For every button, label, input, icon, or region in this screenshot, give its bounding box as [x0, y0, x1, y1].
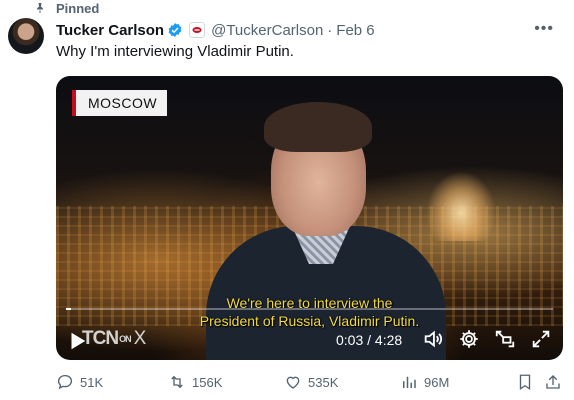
gear-icon[interactable]: [458, 328, 480, 350]
video-timecode: 0:03 / 4:28: [336, 332, 402, 348]
bookmark-icon[interactable]: [516, 373, 534, 391]
avatar[interactable]: [8, 18, 44, 54]
views-button[interactable]: 96M: [400, 373, 449, 391]
picture-in-picture-icon[interactable]: [494, 328, 516, 350]
progress-bar[interactable]: [66, 308, 553, 310]
video-background-cathedral: [426, 171, 496, 241]
progress-fill: [66, 308, 72, 310]
repost-count: 156K: [192, 374, 223, 390]
watermark-on: ON: [119, 333, 131, 344]
reply-button[interactable]: 51K: [56, 373, 103, 391]
time-total: 4:28: [374, 332, 403, 348]
video-person-hair: [264, 102, 372, 152]
tweet-date[interactable]: Feb 6: [336, 22, 374, 39]
author-name[interactable]: Tucker Carlson: [56, 22, 164, 39]
share-icon[interactable]: [544, 373, 562, 391]
affiliate-badge-icon[interactable]: [189, 22, 206, 38]
channel-watermark: TCNON X: [82, 328, 147, 350]
watermark-text: TCN: [82, 328, 119, 349]
time-current: 0:03: [336, 332, 364, 348]
repost-button[interactable]: 156K: [168, 373, 222, 391]
tweet-actions: 51K 156K 535K 96M: [56, 373, 560, 393]
reply-icon: [57, 374, 73, 390]
pinned-indicator: Pinned: [34, 0, 99, 16]
heart-icon: [286, 376, 300, 389]
pin-icon: [37, 3, 43, 13]
verified-badge-icon: [168, 23, 182, 37]
reply-count: 51K: [80, 374, 104, 390]
tweet-text: Why I'm interviewing Vladimir Putin.: [56, 43, 294, 60]
fullscreen-icon[interactable]: [530, 328, 552, 350]
tweet-header: Tucker Carlson @TuckerCarlson · Feb 6 ••…: [56, 20, 560, 40]
repost-icon: [171, 375, 183, 389]
time-separator: /: [367, 332, 372, 348]
video-player[interactable]: MOSCOW We're here to interview the Presi…: [56, 76, 563, 360]
like-button[interactable]: 535K: [284, 373, 338, 391]
views-count: 96M: [424, 374, 450, 390]
pinned-label: Pinned: [56, 0, 100, 16]
more-icon[interactable]: •••: [534, 20, 554, 38]
like-count: 535K: [308, 374, 339, 390]
location-label: MOSCOW: [72, 90, 168, 116]
volume-icon[interactable]: [422, 328, 444, 350]
views-icon: [403, 376, 416, 388]
video-subtitles: We're here to interview the President of…: [56, 294, 563, 330]
separator-dot: ·: [327, 21, 333, 39]
watermark-x: X: [133, 328, 147, 349]
author-handle[interactable]: @TuckerCarlson: [211, 22, 323, 39]
